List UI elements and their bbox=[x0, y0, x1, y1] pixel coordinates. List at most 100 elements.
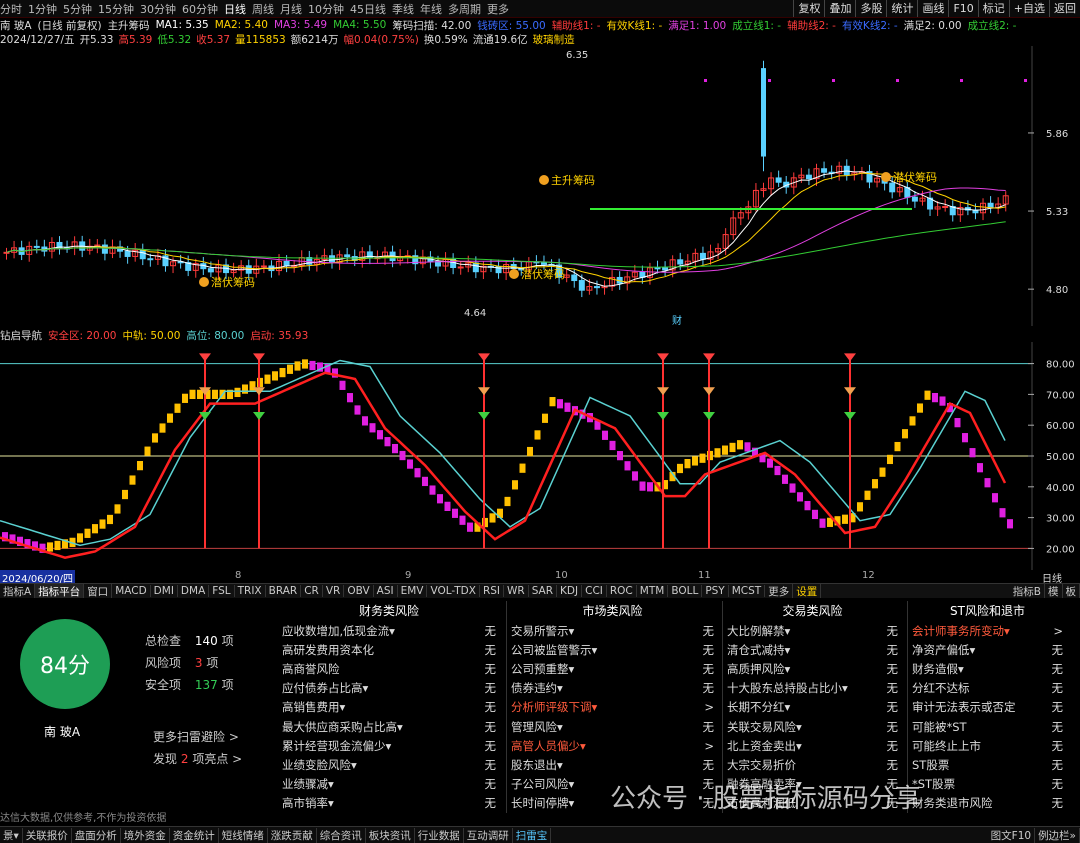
risk-row[interactable]: 高质押风险▾ 无 bbox=[723, 659, 902, 678]
indicator-tab-24[interactable]: MCST bbox=[729, 585, 766, 597]
status-tab-9[interactable]: 行业数据 bbox=[415, 827, 464, 843]
indicator-tab-25[interactable]: 更多 bbox=[765, 584, 794, 598]
status-right-0[interactable]: 图文F10 bbox=[988, 827, 1036, 843]
indicator-tab-17[interactable]: SAR bbox=[529, 585, 558, 597]
risk-row[interactable]: *ST股票无 bbox=[908, 775, 1067, 794]
risk-row[interactable]: 业绩骤减▾ 无 bbox=[278, 775, 500, 794]
indicator-tab-23[interactable]: PSY bbox=[702, 585, 729, 597]
toolbar-button-0[interactable]: 复权 bbox=[793, 0, 824, 17]
period-7[interactable]: 周线 bbox=[252, 2, 274, 16]
toolbar-button-7[interactable]: +自选 bbox=[1008, 0, 1049, 17]
indicator-name[interactable]: 主升筹码 bbox=[108, 18, 150, 32]
risk-row[interactable]: 高市销率▾ 无 bbox=[278, 794, 500, 813]
toolbar-button-1[interactable]: 叠加 bbox=[824, 0, 855, 17]
indicator-tab-13[interactable]: EMV bbox=[398, 585, 428, 597]
toolbar-button-6[interactable]: 标记 bbox=[977, 0, 1009, 17]
toolbar-button-5[interactable]: F10 bbox=[948, 0, 977, 17]
period-11[interactable]: 季线 bbox=[392, 2, 414, 16]
status-tab-1[interactable]: 关联报价 bbox=[23, 827, 72, 843]
toolbar-button-4[interactable]: 画线 bbox=[917, 0, 948, 17]
oscillator-chart[interactable]: 80.00 70.00 60.00 50.00 40.00 30.00 20.00 bbox=[0, 342, 1080, 570]
toolbar-button-8[interactable]: 返回 bbox=[1049, 0, 1080, 17]
candlestick-chart[interactable]: 5.865.334.80 6.35 4.64 财 潜伏筹码潜伏筹码主升筹码 潜伏筹… bbox=[0, 46, 1080, 326]
period-2[interactable]: 5分钟 bbox=[63, 2, 92, 16]
risk-row[interactable]: 财务造假▾ 无 bbox=[908, 659, 1067, 678]
indicator-tab-20[interactable]: ROC bbox=[607, 585, 637, 597]
indicator-tab-9[interactable]: CR bbox=[301, 585, 323, 597]
indicator-tab-5[interactable]: DMA bbox=[178, 585, 210, 597]
indicator-tab-15[interactable]: RSI bbox=[480, 585, 504, 597]
risk-row[interactable]: ST股票 无 bbox=[908, 755, 1067, 774]
indicator-tab-10[interactable]: VR bbox=[323, 585, 345, 597]
status-tab-5[interactable]: 短线情绪 bbox=[219, 827, 268, 843]
period-3[interactable]: 15分钟 bbox=[98, 2, 134, 16]
risk-row[interactable]: 十大股东总持股占比小▾ 无 bbox=[723, 679, 902, 698]
period-1[interactable]: 1分钟 bbox=[28, 2, 57, 16]
indicator-tab-22[interactable]: BOLL bbox=[668, 585, 703, 597]
risk-row[interactable]: 大宗交易折价 无 bbox=[723, 755, 902, 774]
toolbar-button-3[interactable]: 统计 bbox=[886, 0, 917, 17]
risk-row[interactable]: 公司预重整▾ 无 bbox=[507, 659, 718, 678]
period-6[interactable]: 日线 bbox=[224, 2, 246, 16]
status-tab-0[interactable]: 景▾ bbox=[0, 827, 23, 843]
risk-row[interactable]: 可能终止上市 无 bbox=[908, 736, 1067, 755]
indicator-tab-12[interactable]: ASI bbox=[374, 585, 398, 597]
status-tab-3[interactable]: 境外资金 bbox=[121, 827, 170, 843]
period-5[interactable]: 60分钟 bbox=[182, 2, 218, 16]
highlights-link[interactable]: 发现 2 项亮点 > bbox=[153, 750, 242, 767]
status-tab-2[interactable]: 盘面分析 bbox=[72, 827, 121, 843]
indicator-tab-2[interactable]: 窗口 bbox=[84, 584, 113, 598]
risk-row[interactable]: 长期不分红▾ 无 bbox=[723, 698, 902, 717]
indicator-tab-16[interactable]: WR bbox=[504, 585, 529, 597]
period-0[interactable]: 分时 bbox=[0, 2, 22, 16]
risk-row[interactable]: 可能被*ST 无 bbox=[908, 717, 1067, 736]
status-tab-6[interactable]: 涨跌贡献 bbox=[268, 827, 317, 843]
indicator-tab-1[interactable]: 指标平台 bbox=[35, 584, 85, 598]
risk-row[interactable]: 分红不达标 无 bbox=[908, 679, 1067, 698]
indicator-tab-0[interactable]: 指标A bbox=[0, 584, 36, 598]
risk-row[interactable]: 交易所警示▾ 无 bbox=[507, 621, 718, 640]
risk-row[interactable]: 财务类退市风险 无 bbox=[908, 794, 1067, 813]
indicator-tab-6[interactable]: FSL bbox=[209, 585, 235, 597]
risk-row[interactable]: 大比例解禁▾ 无 bbox=[723, 621, 902, 640]
risk-row[interactable]: 会计师事务所变动▾ > bbox=[908, 621, 1067, 640]
risk-row[interactable]: 高研发费用资本化 无 bbox=[278, 640, 500, 659]
risk-row[interactable]: 高销售费用▾ 无 bbox=[278, 698, 500, 717]
indicator-tab-19[interactable]: CCI bbox=[582, 585, 607, 597]
status-tab-8[interactable]: 板块资讯 bbox=[366, 827, 415, 843]
indicator-tab-8[interactable]: BRAR bbox=[266, 585, 302, 597]
risk-row[interactable]: 审计无法表示或否定 无 bbox=[908, 698, 1067, 717]
risk-row[interactable]: 关联交易风险▾ 无 bbox=[723, 717, 902, 736]
period-10[interactable]: 45日线 bbox=[350, 2, 386, 16]
status-tab-7[interactable]: 综合资讯 bbox=[317, 827, 366, 843]
indicator-tab-14[interactable]: VOL-TDX bbox=[427, 585, 480, 597]
risk-row[interactable]: 净资产偏低▾ 无 bbox=[908, 640, 1067, 659]
risk-row[interactable]: 管理风险▾ 无 bbox=[507, 717, 718, 736]
risk-row[interactable]: 应收数增加,低现金流▾ 无 bbox=[278, 621, 500, 640]
period-14[interactable]: 更多 bbox=[487, 2, 509, 16]
risk-row[interactable]: 公司被监管警示▾ 无 bbox=[507, 640, 718, 659]
indicator-tab-26[interactable]: 设置 bbox=[793, 584, 822, 598]
indicator-tab-right-0[interactable]: 指标B bbox=[1010, 584, 1045, 598]
risk-row[interactable]: 累计经营现金流偏少▾ 无 bbox=[278, 736, 500, 755]
status-right-1[interactable]: 例边栏» bbox=[1035, 827, 1080, 843]
risk-row[interactable]: 高管人员偏少▾ > bbox=[507, 736, 718, 755]
status-tab-11[interactable]: 扫雷宝 bbox=[513, 827, 552, 843]
period-13[interactable]: 多周期 bbox=[448, 2, 481, 16]
risk-row[interactable]: 最大供应商采购占比高▾ 无 bbox=[278, 717, 500, 736]
status-tab-4[interactable]: 资金统计 bbox=[170, 827, 219, 843]
indicator-tab-4[interactable]: DMI bbox=[151, 585, 178, 597]
indicator-tab-18[interactable]: KDJ bbox=[557, 585, 583, 597]
period-4[interactable]: 30分钟 bbox=[140, 2, 176, 16]
toolbar-button-2[interactable]: 多股 bbox=[855, 0, 886, 17]
risk-row[interactable]: 业绩变脸风险▾ 无 bbox=[278, 755, 500, 774]
indicator-tab-3[interactable]: MACD bbox=[112, 585, 151, 597]
indicator-tab-11[interactable]: OBV bbox=[344, 585, 374, 597]
risk-row[interactable]: 高商誉风险 无 bbox=[278, 659, 500, 678]
risk-row[interactable]: 分析师评级下调▾ > bbox=[507, 698, 718, 717]
period-8[interactable]: 月线 bbox=[280, 2, 302, 16]
risk-row[interactable]: 清仓式减持▾ 无 bbox=[723, 640, 902, 659]
risk-row[interactable]: 股东退出▾ 无 bbox=[507, 755, 718, 774]
period-9[interactable]: 10分钟 bbox=[308, 2, 344, 16]
risk-row[interactable]: 应付债券占比高▾ 无 bbox=[278, 679, 500, 698]
